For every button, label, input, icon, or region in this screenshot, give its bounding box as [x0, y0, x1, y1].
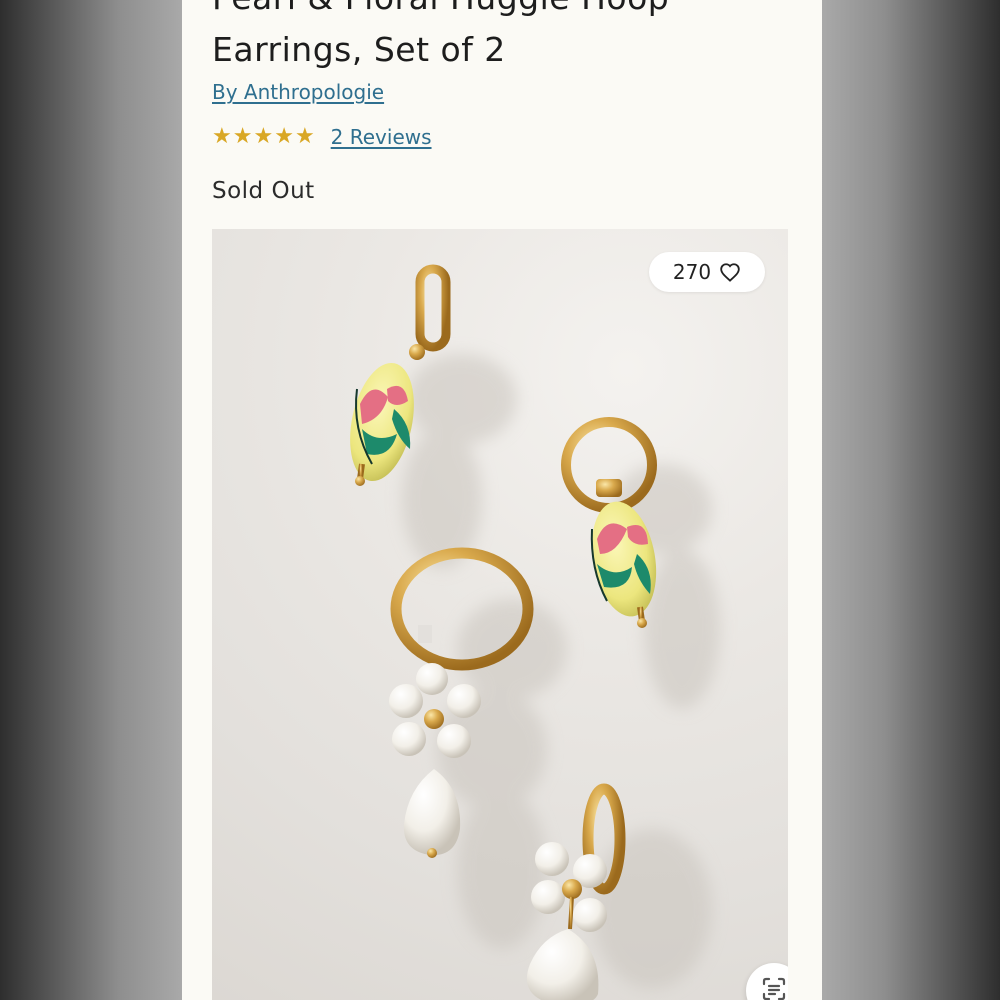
product-title-line-2: Earrings, Set of 2 [212, 30, 506, 69]
favorite-count: 270 [672, 260, 712, 284]
product-photo [350, 264, 720, 1000]
blurred-backdrop-left [0, 0, 182, 1000]
star-icon: ★ [294, 124, 315, 149]
product-image-gallery[interactable]: 270 [212, 229, 788, 1000]
star-icon: ★ [253, 124, 274, 149]
brand-link[interactable]: By Anthropologie [212, 80, 384, 104]
star-rating: ★ ★ ★ ★ ★ [212, 125, 315, 149]
star-icon: ★ [212, 124, 232, 149]
visual-search-icon [760, 975, 788, 1000]
product-title-line-1: Pearl & Floral Huggie Hoop [212, 0, 669, 17]
star-icon: ★ [274, 124, 294, 149]
screenshot-frame: Pearl & Floral Huggie Hoop Earrings, Set… [0, 0, 1000, 1000]
product-page: Pearl & Floral Huggie Hoop Earrings, Set… [182, 0, 822, 1000]
heart-outline-icon [719, 262, 741, 282]
rating-row: ★ ★ ★ ★ ★ 2 Reviews [212, 125, 432, 150]
star-icon: ★ [232, 124, 253, 149]
product-title: Pearl & Floral Huggie Hoop Earrings, Set… [212, 0, 802, 76]
availability-status: Sold Out [212, 178, 315, 204]
reviews-link[interactable]: 2 Reviews [331, 125, 432, 149]
blurred-backdrop-right [822, 0, 1000, 1000]
favorite-button[interactable]: 270 [649, 252, 765, 292]
